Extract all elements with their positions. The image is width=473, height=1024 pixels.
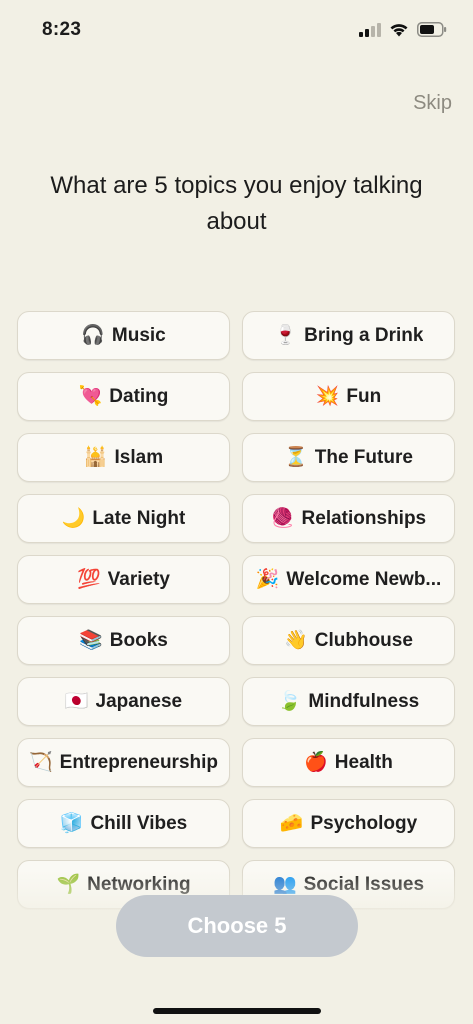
topic-label: Welcome Newb...	[286, 568, 442, 590]
topic-label: Chill Vibes	[90, 812, 188, 834]
topic-emoji-icon: 🍷	[273, 324, 298, 346]
topic-emoji-icon: 🎉	[255, 568, 280, 590]
topic-emoji-icon: 🇯🇵	[64, 690, 89, 712]
topic-label: The Future	[314, 446, 413, 468]
topic-chip[interactable]: 🏹 Entrepreneurship	[17, 738, 230, 787]
topic-chip[interactable]: 🍃 Mindfulness	[242, 677, 455, 726]
topic-emoji-icon: 👋	[284, 629, 308, 651]
status-icons	[359, 22, 447, 37]
topic-chip[interactable]: ⏳ The Future	[242, 433, 455, 482]
topic-emoji-icon: 🌙	[61, 507, 86, 529]
choose-button[interactable]: Choose 5	[116, 895, 358, 957]
topic-chip[interactable]: 🧶 Relationships	[242, 494, 455, 543]
topic-emoji-icon: 🧶	[270, 507, 295, 529]
topic-label: Japanese	[95, 690, 183, 712]
topic-label: Late Night	[92, 507, 186, 529]
topic-chip[interactable]: 🎧 Music	[17, 311, 230, 360]
page-title: What are 5 topics you enjoy talking abou…	[50, 172, 423, 235]
topic-emoji-icon: ⏳	[284, 446, 308, 468]
topic-label: Dating	[109, 385, 169, 407]
topic-emoji-icon: 💘	[78, 385, 103, 407]
topic-label: Fun	[346, 385, 382, 407]
battery-icon	[417, 22, 447, 37]
topic-emoji-icon: 🧀	[279, 812, 304, 834]
topic-chip[interactable]: 🍷 Bring a Drink	[242, 311, 455, 360]
topic-chip[interactable]: 🎉 Welcome Newb...	[242, 555, 455, 604]
home-indicator	[153, 1008, 321, 1014]
topic-chip[interactable]: 🧀 Psychology	[242, 799, 455, 848]
cellular-signal-icon	[359, 22, 381, 37]
topic-label: Mindfulness	[308, 690, 420, 712]
topic-emoji-icon: 🕌	[83, 446, 108, 468]
topic-chip[interactable]: 💘 Dating	[17, 372, 230, 421]
topic-label: Psychology	[310, 812, 418, 834]
topic-label: Social Issues	[303, 873, 425, 895]
topic-chip[interactable]: 🧊 Chill Vibes	[17, 799, 230, 848]
topic-emoji-icon: 🍎	[304, 751, 328, 773]
skip-button[interactable]: Skip	[413, 92, 452, 115]
topic-label: Entrepreneurship	[59, 751, 219, 773]
topic-emoji-icon: 💯	[77, 568, 101, 590]
topic-label: Networking	[87, 873, 191, 895]
topic-label: Variety	[107, 568, 170, 590]
topic-chip[interactable]: 💥 Fun	[242, 372, 455, 421]
status-bar: 8:23	[0, 0, 473, 60]
topic-emoji-icon: 💥	[315, 385, 340, 407]
topic-label: Health	[334, 751, 393, 773]
topic-label: Clubhouse	[314, 629, 413, 651]
topic-chip[interactable]: 👋 Clubhouse	[242, 616, 455, 665]
wifi-icon	[390, 24, 408, 37]
topic-chip[interactable]: 📚 Books	[17, 616, 230, 665]
topic-chip[interactable]: 🕌 Islam	[17, 433, 230, 482]
topic-label: Bring a Drink	[304, 324, 424, 346]
topic-emoji-icon: 🏹	[28, 751, 53, 773]
status-time: 8:23	[42, 19, 82, 40]
topic-emoji-icon: 🍃	[277, 690, 302, 712]
topic-grid: 🎧 Music 🍷 Bring a Drink 💘 Dating 💥 Fun 🕌 Islam ⏳ Th…	[17, 311, 457, 909]
topic-chip[interactable]: 🇯🇵 Japanese	[17, 677, 230, 726]
topic-emoji-icon: 🎧	[81, 324, 105, 346]
topic-label: Relationships	[301, 507, 427, 529]
topic-label: Books	[109, 629, 168, 651]
topic-chip[interactable]: 🌙 Late Night	[17, 494, 230, 543]
topic-emoji-icon: 🌱	[56, 873, 81, 895]
topic-chip[interactable]: 💯 Variety	[17, 555, 230, 604]
topic-emoji-icon: 👥	[272, 873, 297, 895]
topic-emoji-icon: 🧊	[59, 812, 84, 834]
topic-chip[interactable]: 🍎 Health	[242, 738, 455, 787]
topic-emoji-icon: 📚	[79, 629, 103, 651]
topic-label: Music	[111, 324, 166, 346]
topic-label: Islam	[114, 446, 164, 468]
